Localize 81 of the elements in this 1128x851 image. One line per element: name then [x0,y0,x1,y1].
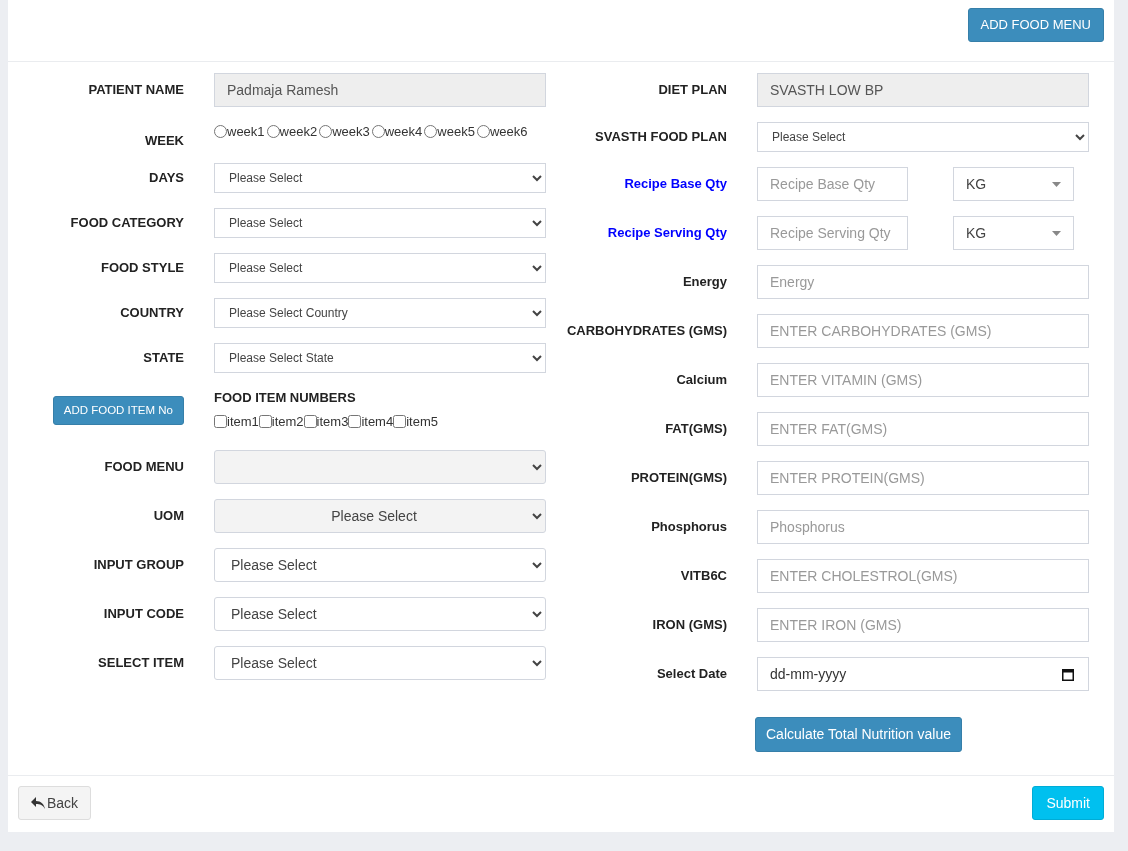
field-label: INPUT GROUP [92,556,184,575]
back-button[interactable]: Back [18,786,92,820]
week-radio[interactable]: week1 [214,122,265,142]
field-label: PROTEIN(GMS) [629,469,727,488]
unit-dropdown[interactable]: KG [953,216,1074,250]
date-field[interactable]: dd-mm-yyyy [757,657,1089,691]
caret-icon [1052,181,1061,187]
item-checkbox[interactable]: item5 [393,412,438,432]
text-field[interactable]: ENTER VITAMIN (GMS) [757,363,1089,397]
field-label: FOOD CATEGORY [69,214,184,233]
dropdown-select[interactable]: Please Select [214,208,546,238]
radio-button[interactable] [371,125,385,139]
field-label: Energy [681,273,727,292]
week-radio[interactable]: week6 [476,122,528,142]
readonly-field[interactable]: Padmaja Ramesh [214,73,546,107]
reply-arrow-icon [31,797,45,809]
field-label: INPUT CODE [102,605,184,624]
dropdown-select[interactable]: Please Select [214,597,546,631]
week-radio[interactable]: week3 [319,122,370,142]
item-checkbox[interactable]: item3 [303,412,349,432]
unit-dropdown[interactable]: KG [953,167,1074,201]
field-label: DAYS [148,169,184,188]
field-label: COUNTRY [119,304,184,323]
field-label: Select Date [655,665,727,684]
field-label: SELECT ITEM [97,654,184,673]
week-radio[interactable]: week4 [371,122,423,142]
quantity-field[interactable]: Recipe Serving Qty [757,216,908,250]
calculate-nutrition-button[interactable]: Calculate Total Nutrition value [755,717,962,752]
field-label: UOM [152,507,184,526]
radio-button[interactable] [266,125,280,139]
radio-button[interactable] [476,125,490,139]
section-title: FOOD ITEM NUMBERS [214,389,357,407]
text-field[interactable]: Energy [757,265,1089,299]
radio-button[interactable] [214,125,227,139]
add-food-item-button[interactable]: ADD FOOD ITEM No [52,396,184,425]
field-label: Calcium [675,371,727,390]
dropdown-select[interactable]: Please Select [214,548,546,582]
week-radio[interactable]: week5 [424,122,475,142]
field-label: FOOD STYLE [99,259,184,278]
field-label: SVASTH FOOD PLAN [594,128,727,147]
checkbox[interactable] [393,415,407,429]
caret-icon [1052,230,1061,236]
field-label: VITB6C [679,567,727,586]
item-checkbox[interactable]: item4 [348,412,394,432]
field-label: STATE [142,349,184,368]
text-field[interactable]: Phosphorus [757,510,1089,544]
field-label: FOOD MENU [103,458,184,477]
dropdown-select[interactable]: Please Select Country [214,298,546,328]
field-label: Phosphorus [650,518,727,537]
week-radio[interactable]: week2 [266,122,318,142]
checkbox[interactable] [348,415,362,429]
checkbox[interactable] [214,415,227,429]
checkbox[interactable] [258,415,272,429]
text-field[interactable]: ENTER CHOLESTROL(GMS) [757,559,1089,593]
field-label: WEEK [144,132,184,150]
checkbox[interactable] [303,415,317,429]
text-field[interactable]: ENTER IRON (GMS) [757,608,1089,642]
field-label: CARBOHYDRATES (GMS) [565,322,727,341]
dropdown-select[interactable]: Please Select [757,122,1089,152]
dropdown-select[interactable]: Please Select State [214,343,546,373]
field-label: Recipe Base Qty [623,175,727,194]
field-label: IRON (GMS) [651,616,727,635]
date-input[interactable]: dd-mm-yyyy [770,663,1062,685]
text-field[interactable]: ENTER FAT(GMS) [757,412,1089,446]
text-field[interactable]: ENTER CARBOHYDRATES (GMS) [757,314,1089,348]
field-label: FAT(GMS) [664,420,727,439]
item-checkbox[interactable]: item1 [214,412,259,432]
field-label: PATIENT NAME [87,81,184,100]
text-field[interactable]: ENTER PROTEIN(GMS) [757,461,1089,495]
radio-button[interactable] [424,125,438,139]
item-checkbox[interactable]: item2 [258,412,304,432]
dropdown-select[interactable]: Please Select [214,163,546,193]
calendar-icon [1062,667,1074,681]
field-label: Recipe Serving Qty [606,224,727,243]
quantity-field[interactable]: Recipe Base Qty [757,167,908,201]
field-label: DIET PLAN [657,81,727,100]
radio-button[interactable] [319,125,333,139]
dropdown-select[interactable]: Please Select [214,646,546,680]
add-food-menu-button[interactable]: ADD FOOD MENU [967,8,1104,42]
dropdown-select[interactable]: Please Select [214,253,546,283]
readonly-field[interactable]: SVASTH LOW BP [757,73,1089,107]
